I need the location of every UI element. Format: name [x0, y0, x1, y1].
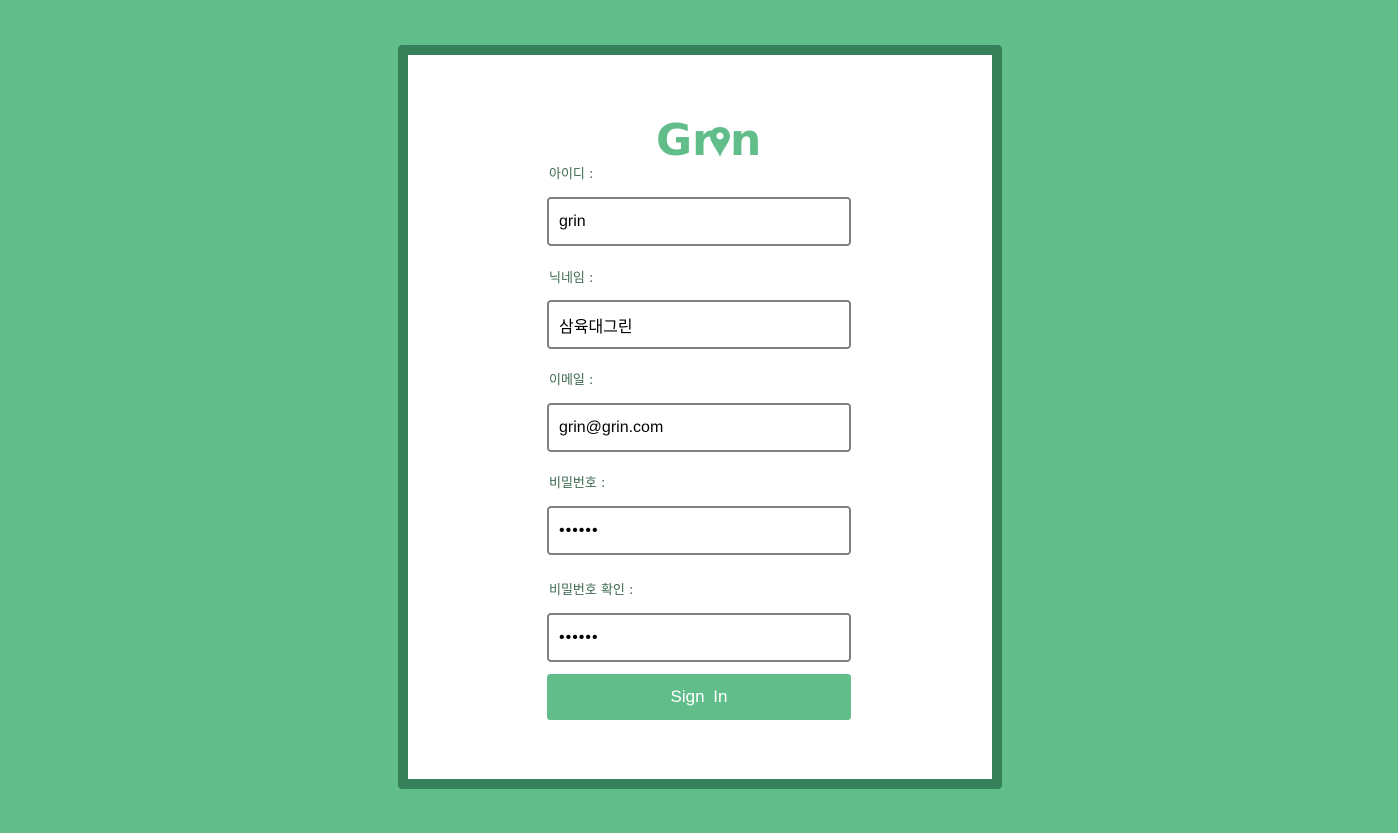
nickname-input[interactable]: [547, 300, 851, 349]
password-label: 비밀번호 :: [549, 476, 606, 491]
password-confirm-label: 비밀번호 확인 :: [549, 583, 634, 598]
id-label: 아이디 :: [549, 167, 594, 182]
logo-text-n: n: [730, 115, 761, 165]
id-input[interactable]: [547, 197, 851, 246]
nickname-label: 닉네임 :: [549, 271, 594, 286]
logo-text-g: Gr: [656, 115, 714, 165]
sign-in-button[interactable]: Sign In: [547, 674, 851, 720]
email-input[interactable]: [547, 403, 851, 452]
grin-logo: Gr n: [656, 115, 761, 165]
signup-card: Gr n 아이디 : 닉네임 : 이메일 : 비밀번호 : 비밀번호 확인 : …: [398, 45, 1002, 789]
email-label: 이메일 :: [549, 373, 594, 388]
password-input[interactable]: [547, 506, 851, 555]
password-confirm-input[interactable]: [547, 613, 851, 662]
